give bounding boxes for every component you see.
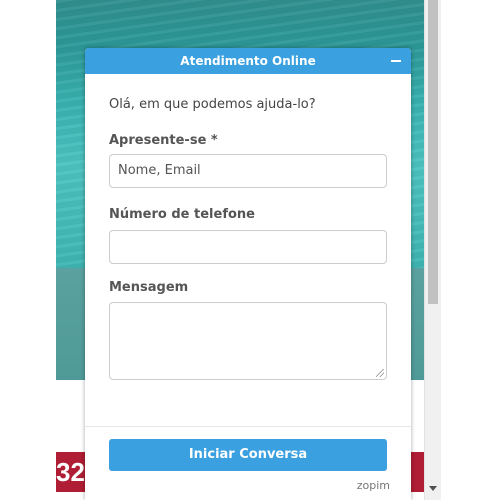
name-email-placeholder: Nome, Email <box>118 163 201 178</box>
minus-icon <box>391 60 401 62</box>
chat-widget: Atendimento Online Olá, em que podemos a… <box>85 48 411 500</box>
scrollbar-thumb[interactable] <box>428 0 438 304</box>
name-label: Apresente-se * <box>109 133 218 148</box>
phone-input[interactable] <box>109 230 387 264</box>
banner-number: 32 <box>56 457 85 487</box>
start-chat-button[interactable]: Iniciar Conversa <box>109 439 387 471</box>
zopim-brand-link[interactable]: zopim <box>357 478 390 494</box>
chat-greeting: Olá, em que podemos ajuda-lo? <box>109 97 316 112</box>
minimize-button[interactable] <box>385 48 407 74</box>
footer-divider <box>85 426 411 427</box>
scroll-down-arrow-icon[interactable] <box>429 486 437 491</box>
screen: 32 Atendimento Online Olá, em que podemo… <box>0 0 500 500</box>
name-email-input[interactable]: Nome, Email <box>109 154 387 188</box>
message-label: Mensagem <box>109 280 189 295</box>
phone-label: Número de telefone <box>109 207 255 222</box>
chat-header[interactable]: Atendimento Online <box>85 48 411 74</box>
message-textarea[interactable] <box>109 302 387 380</box>
page-scrollbar[interactable] <box>424 0 441 500</box>
resize-grip-icon[interactable] <box>376 369 384 377</box>
chat-title: Atendimento Online <box>180 54 316 68</box>
